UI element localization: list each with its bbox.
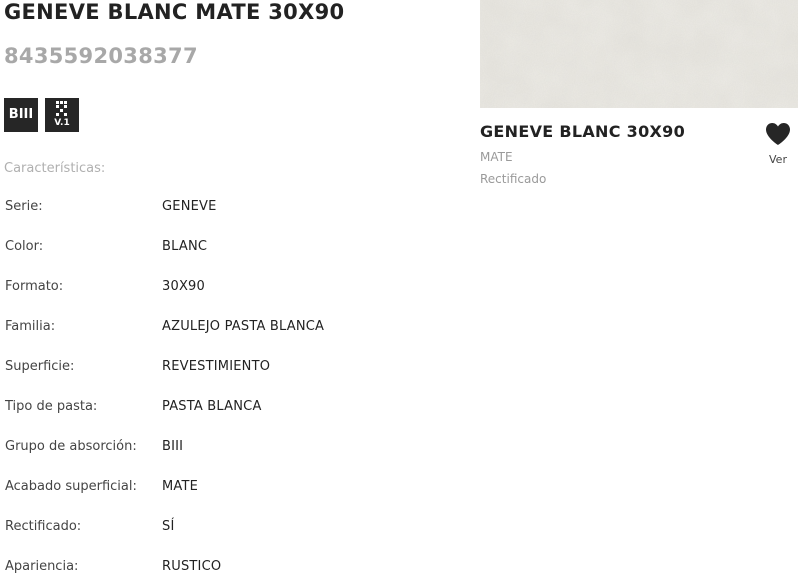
product-title: GENEVE BLANC MATE 30X90 [4, 0, 345, 24]
spec-row: Serie: GENEVE [0, 199, 460, 219]
spec-value: GENEVE [162, 199, 217, 214]
spec-row: Acabado superficial: MATE [0, 479, 460, 499]
spec-row: Rectificado: SÍ [0, 519, 460, 539]
spec-row: Apariencia: RUSTICO [0, 559, 460, 579]
spec-row: Familia: AZULEJO PASTA BLANCA [0, 319, 460, 339]
card-title[interactable]: GENEVE BLANC 30X90 [480, 122, 685, 141]
spec-value: PASTA BLANCA [162, 399, 262, 414]
card-finish: MATE [480, 150, 513, 164]
spec-value: 30X90 [162, 279, 205, 294]
heart-icon [766, 123, 790, 145]
spec-value: RUSTICO [162, 559, 222, 574]
spec-label: Acabado superficial: [5, 479, 137, 494]
tile-texture [480, 0, 798, 108]
product-detail-page: GENEVE BLANC MATE 30X90 8435592038377 BI… [0, 0, 800, 580]
spec-row: Tipo de pasta: PASTA BLANCA [0, 399, 460, 419]
card-rectified: Rectificado [480, 172, 547, 186]
spec-value: BIII [162, 439, 184, 454]
spec-label: Serie: [5, 199, 43, 214]
spec-label: Color: [5, 239, 44, 254]
spec-label: Apariencia: [5, 559, 79, 574]
spec-row: Formato: 30X90 [0, 279, 460, 299]
spec-value: SÍ [162, 519, 175, 534]
spec-label: Superficie: [5, 359, 75, 374]
product-ean-code: 8435592038377 [4, 44, 198, 68]
badge-label-biii: BIII [8, 107, 34, 122]
spec-label: Grupo de absorción: [5, 439, 137, 454]
favorite-button[interactable]: Ver [762, 120, 794, 170]
spec-label: Formato: [5, 279, 64, 294]
specs-heading: Características: [4, 161, 106, 176]
pattern-variation-icon: V.1 [45, 98, 79, 132]
spec-row: Grupo de absorción: BIII [0, 439, 460, 459]
spec-value: AZULEJO PASTA BLANCA [162, 319, 325, 334]
badge-label-v1: V.1 [54, 118, 70, 128]
spec-label: Tipo de pasta: [5, 399, 98, 414]
spec-row: Superficie: REVESTIMIENTO [0, 359, 460, 379]
spec-row: Color: BLANC [0, 239, 460, 259]
spec-value: REVESTIMIENTO [162, 359, 271, 374]
biii-absorption-icon: BIII [4, 98, 38, 132]
spec-label: Familia: [5, 319, 56, 334]
favorite-label: Ver [769, 153, 787, 166]
spec-value: BLANC [162, 239, 208, 254]
spec-value: MATE [162, 479, 199, 494]
tile-product-image[interactable] [480, 0, 798, 108]
spec-label: Rectificado: [5, 519, 82, 534]
